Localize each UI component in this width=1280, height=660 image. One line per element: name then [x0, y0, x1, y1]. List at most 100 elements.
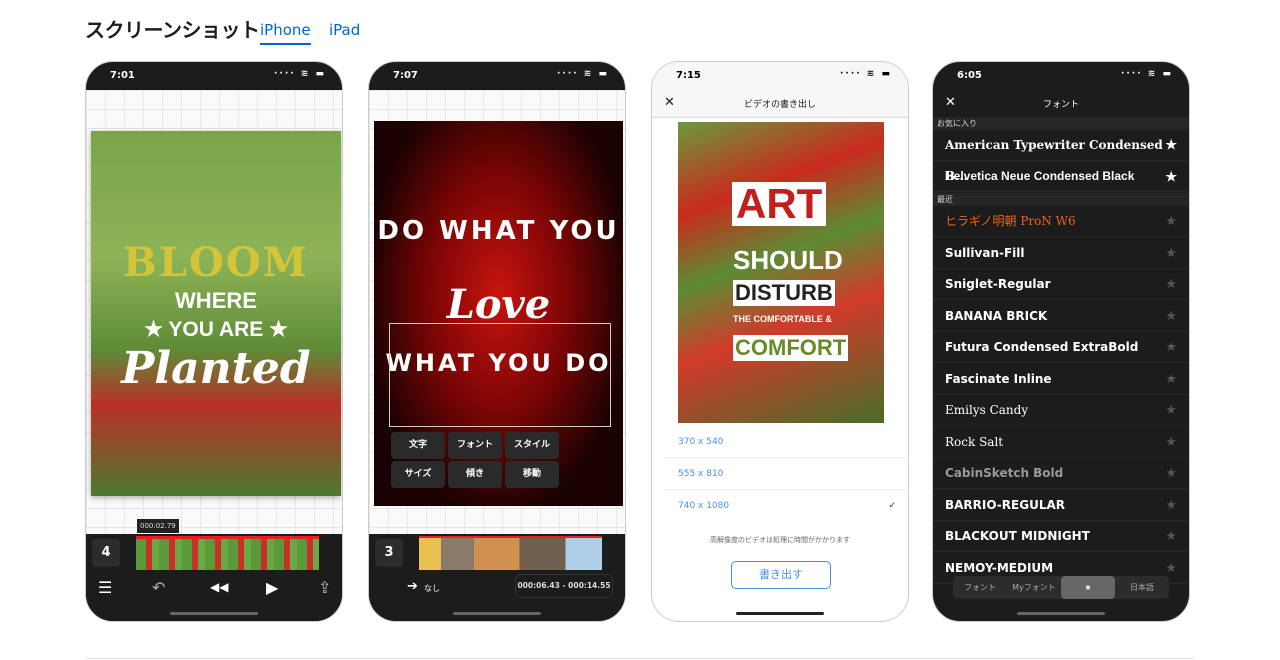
home-indicator: [1017, 612, 1105, 615]
star-icon[interactable]: ★: [1165, 130, 1177, 161]
segment-fonts[interactable]: フォント: [953, 576, 1007, 599]
play-icon[interactable]: ▶: [266, 578, 278, 597]
track-number[interactable]: 4: [92, 539, 120, 567]
share-icon[interactable]: ⇪: [318, 578, 331, 597]
star-icon[interactable]: ★: [1165, 364, 1177, 395]
poster-text: Love: [446, 281, 551, 328]
wifi-battery-icon: ···· ≋ ▬: [274, 69, 326, 79]
font-row[interactable]: American Typewriter Condensed B... ★: [933, 130, 1189, 183]
star-icon[interactable]: ★: [1165, 427, 1177, 458]
star-icon[interactable]: ★: [1165, 238, 1177, 269]
status-bar: 7:01 ···· ≋ ▬: [86, 62, 342, 90]
editor-toolbar: 3 ➔ なし 000:06.43 - 000:14.55: [369, 534, 625, 621]
font-row[interactable]: BANANA BRICK ★: [933, 301, 1189, 332]
nav-bar: ✕ ビデオの書き出し: [652, 90, 908, 118]
resolution-option[interactable]: 555 x 810: [664, 458, 908, 490]
poster-text: ART: [732, 182, 827, 226]
segment-favorites[interactable]: ★: [1061, 576, 1115, 599]
menu-text[interactable]: 文字: [391, 432, 445, 459]
poster-art: ART SHOULD DISTURB THE COMFORTABLE & COM…: [678, 122, 884, 423]
menu-move[interactable]: 移動: [505, 461, 559, 488]
menu-font[interactable]: フォント: [448, 432, 502, 459]
font-name: Sullivan-Fill: [945, 245, 1025, 260]
screenshot-2[interactable]: 7:07 ···· ≋ ▬ DO WHAT YOU Love WHAT YOU D…: [368, 61, 626, 622]
divider: [85, 658, 1195, 659]
font-name: BANANA BRICK: [945, 308, 1048, 323]
nav-title: フォント: [1042, 100, 1079, 110]
undo-icon[interactable]: ↶: [152, 578, 165, 597]
font-name: Emilys Candy: [945, 403, 1029, 417]
font-row[interactable]: Sniglet-Regular ★: [933, 269, 1189, 300]
home-indicator: [736, 612, 824, 615]
font-row[interactable]: BARRIO-REGULAR ★: [933, 490, 1189, 521]
star-icon[interactable]: ★: [1165, 269, 1177, 300]
menu-size[interactable]: サイズ: [391, 461, 445, 488]
home-indicator: [453, 612, 541, 615]
selection-box[interactable]: [389, 323, 611, 427]
font-row[interactable]: Rock Salt ★: [933, 427, 1189, 458]
star-icon[interactable]: ★: [1165, 332, 1177, 363]
resolution-label: 555 x 810: [678, 469, 724, 479]
timecode-tooltip: 000:02.79: [137, 519, 179, 533]
menu-tilt[interactable]: 傾き: [448, 461, 502, 488]
font-name: Fascinate Inline: [945, 371, 1052, 386]
resolution-label: 740 x 1080: [678, 501, 730, 511]
font-name: Sniglet-Regular: [945, 277, 1051, 291]
section-header-recent: 最近: [933, 193, 1189, 206]
tab-ipad[interactable]: iPad: [329, 21, 360, 39]
star-icon[interactable]: ★: [1165, 490, 1177, 521]
poster-text: BLOOM: [123, 239, 309, 286]
font-row[interactable]: Helvetica Neue Condensed Black ★: [933, 161, 1189, 192]
wifi-battery-icon: ···· ≋ ▬: [840, 69, 892, 79]
wifi-battery-icon: ···· ≋ ▬: [557, 69, 609, 79]
star-icon[interactable]: ★: [1165, 395, 1177, 426]
font-name: Helvetica Neue Condensed Black: [945, 169, 1135, 183]
poster-text: ★ YOU ARE ★: [144, 318, 288, 341]
resolution-option[interactable]: 740 x 1080 ✓: [664, 490, 908, 522]
timeline-strip[interactable]: [419, 536, 602, 570]
segment-my-fonts[interactable]: Myフォント: [1007, 576, 1061, 599]
menu-icon[interactable]: ☰: [98, 578, 112, 597]
track-number[interactable]: 3: [375, 539, 403, 567]
status-time: 7:15: [676, 70, 701, 81]
resolution-label: 370 x 540: [678, 437, 724, 447]
poster-text: COMFORT: [733, 335, 849, 361]
menu-style[interactable]: スタイル: [505, 432, 559, 459]
font-segment-control: フォント Myフォント ★ 日本語: [953, 576, 1169, 599]
font-row[interactable]: Fascinate Inline ★: [933, 364, 1189, 395]
status-time: 6:05: [957, 70, 982, 81]
tab-iphone[interactable]: iPhone: [260, 21, 311, 45]
export-button[interactable]: 書き出す: [731, 561, 831, 589]
poster-text: THE COMFORTABLE &: [733, 314, 832, 324]
status-time: 7:07: [393, 70, 418, 81]
rewind-icon[interactable]: ◀◀: [210, 580, 228, 594]
star-icon[interactable]: ★: [1165, 301, 1177, 332]
font-name: ヒラギノ明朝 ProN W6: [945, 214, 1076, 228]
poster-bloom[interactable]: BLOOM WHERE ★ YOU ARE ★ Planted: [91, 131, 341, 496]
transition-icon[interactable]: ➔: [407, 579, 418, 594]
font-row[interactable]: Emilys Candy ★: [933, 395, 1189, 426]
poster-text: DISTURB: [733, 280, 835, 306]
resolution-option[interactable]: 370 x 540: [664, 426, 908, 458]
star-icon[interactable]: ★: [1165, 206, 1177, 237]
segment-japanese[interactable]: 日本語: [1115, 576, 1169, 599]
font-row[interactable]: Sullivan-Fill ★: [933, 238, 1189, 269]
font-name: Futura Condensed ExtraBold: [945, 340, 1139, 354]
time-range[interactable]: 000:06.43 - 000:14.55: [515, 574, 613, 598]
section-title: スクリーンショット: [85, 18, 260, 42]
font-row[interactable]: ヒラギノ明朝 ProN W6 ★: [933, 206, 1189, 237]
font-row[interactable]: BLACKOUT MIDNIGHT ★: [933, 521, 1189, 552]
screenshot-4[interactable]: 6:05 ···· ≋ ▬ ✕ フォント お気に入り American Typew…: [932, 61, 1190, 622]
font-row[interactable]: CabinSketch Bold ★: [933, 458, 1189, 489]
timeline-strip[interactable]: [136, 536, 319, 570]
section-header-favorites: お気に入り: [933, 117, 1189, 130]
star-icon[interactable]: ★: [1165, 521, 1177, 552]
transition-label[interactable]: なし: [424, 583, 440, 594]
font-row[interactable]: Futura Condensed ExtraBold ★: [933, 332, 1189, 363]
star-icon[interactable]: ★: [1165, 161, 1177, 192]
screenshot-3[interactable]: 7:15 ···· ≋ ▬ ✕ ビデオの書き出し ART SHOULD DISTU…: [651, 61, 909, 622]
poster-text: WHERE: [175, 288, 257, 313]
font-name: NEMOY-MEDIUM: [945, 560, 1054, 575]
star-icon[interactable]: ★: [1165, 458, 1177, 489]
screenshot-1[interactable]: 7:01 ···· ≋ ▬ BLOOM WHERE ★ YOU ARE ★ Pla…: [85, 61, 343, 622]
